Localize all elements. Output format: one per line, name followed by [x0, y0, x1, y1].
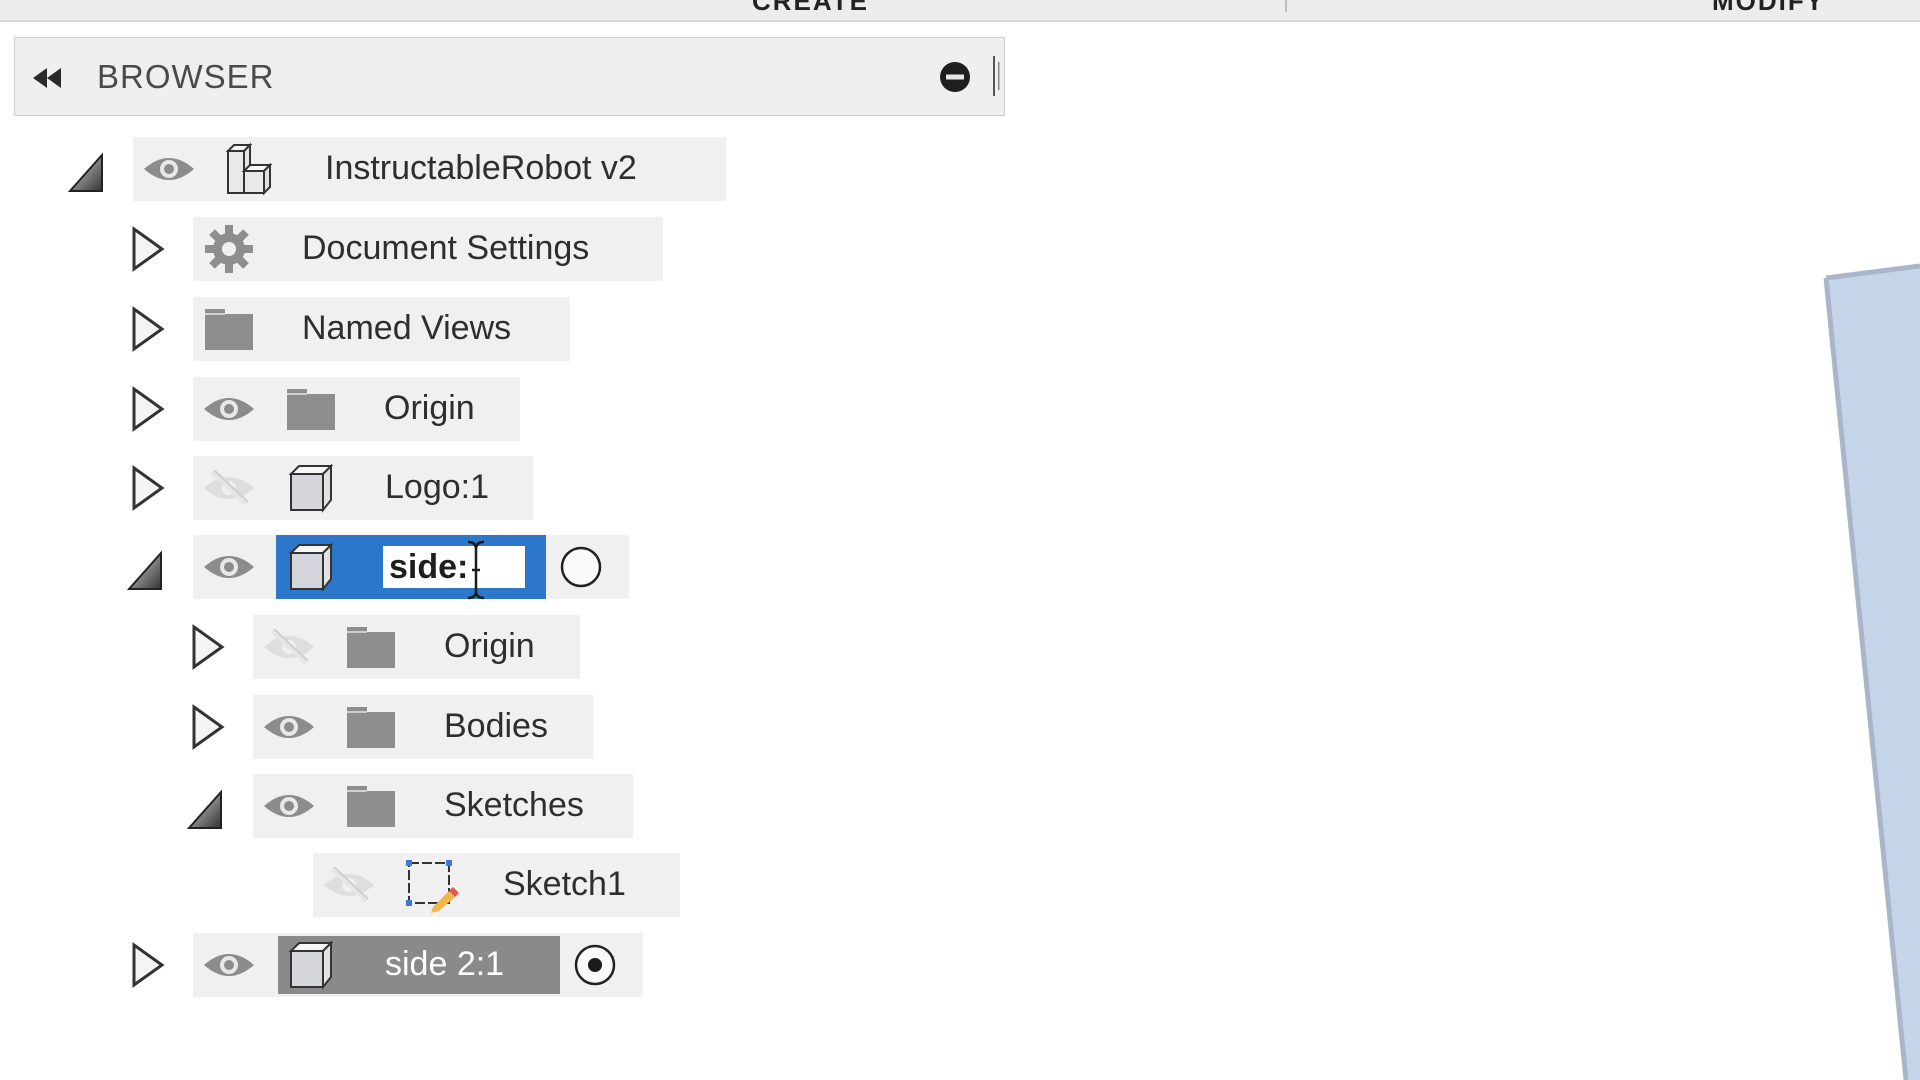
gear-icon	[201, 221, 257, 277]
eye-icon[interactable]	[202, 947, 256, 983]
tree-item-label: Origin	[384, 389, 475, 427]
eye-icon[interactable]	[202, 391, 256, 427]
modify-menu[interactable]: MODIFY	[1712, 0, 1825, 17]
folder-icon	[343, 699, 399, 755]
expand-triangle-icon[interactable]	[130, 465, 166, 511]
expand-triangle-icon[interactable]	[190, 704, 226, 750]
assembly-component-icon	[222, 141, 278, 197]
tree-item-side-origin[interactable]: Origin	[0, 615, 1920, 679]
tree-item-bodies[interactable]: Bodies	[0, 695, 1920, 759]
expand-triangle-icon[interactable]	[130, 942, 166, 988]
tree-item-root[interactable]: InstructableRobot v2	[0, 137, 1920, 201]
activate-radio-icon[interactable]	[559, 545, 603, 589]
component-icon	[283, 460, 339, 516]
tree-item-document-settings[interactable]: Document Settings	[0, 217, 1920, 281]
minus-circle-icon[interactable]	[939, 61, 971, 93]
tree-item-label: Origin	[444, 627, 535, 665]
create-menu[interactable]: CREATE	[752, 0, 869, 17]
folder-icon	[343, 778, 399, 834]
tree-item-label: Bodies	[444, 707, 548, 745]
top-toolbar: CREATE MODIFY	[0, 0, 1920, 22]
expand-triangle-icon[interactable]	[130, 386, 166, 432]
eye-icon[interactable]	[202, 549, 256, 585]
folder-icon	[343, 619, 399, 675]
tree-item-sketches[interactable]: Sketches	[0, 774, 1920, 838]
tree-item-label: Document Settings	[302, 229, 590, 267]
collapse-browser-icon[interactable]	[31, 64, 69, 92]
tree-item-origin[interactable]: Origin	[0, 377, 1920, 441]
tree-item-logo[interactable]: Logo:1	[0, 456, 1920, 520]
expand-triangle-icon[interactable]	[130, 306, 166, 352]
sketch-icon	[403, 857, 459, 913]
component-icon	[283, 539, 339, 595]
component-icon	[283, 937, 339, 993]
eye-hidden-icon[interactable]	[262, 629, 316, 665]
tree-item-label: Logo:1	[385, 468, 489, 506]
eye-icon[interactable]	[262, 709, 316, 745]
panel-resize-grip[interactable]	[993, 56, 1001, 96]
browser-title: BROWSER	[97, 58, 275, 95]
tree-item-side-2[interactable]: side 2:1	[0, 933, 1920, 997]
tree-item-label: InstructableRobot v2	[325, 149, 637, 187]
expand-triangle-icon[interactable]	[190, 624, 226, 670]
folder-icon	[283, 381, 339, 437]
folder-icon	[201, 301, 257, 357]
toolbar-divider	[1285, 0, 1287, 12]
tree-item-label: Named Views	[302, 309, 512, 347]
browser-panel-header: BROWSER	[14, 37, 1005, 116]
tree-item-side-editing[interactable]	[0, 535, 1920, 600]
tree-item-label: Sketch1	[503, 865, 626, 903]
eye-hidden-icon[interactable]	[322, 867, 376, 903]
collapse-triangle-icon[interactable]	[127, 545, 163, 591]
tree-item-label: Sketches	[444, 786, 584, 824]
collapse-triangle-icon[interactable]	[187, 784, 223, 830]
active-radio-icon[interactable]	[573, 943, 617, 987]
collapse-triangle-icon[interactable]	[68, 147, 104, 193]
tree-item-label: side 2:1	[385, 945, 505, 983]
expand-triangle-icon[interactable]	[130, 226, 166, 272]
rename-input[interactable]	[383, 546, 525, 588]
text-cursor-icon	[467, 540, 485, 600]
tree-item-named-views[interactable]: Named Views	[0, 297, 1920, 361]
tree-item-sketch1[interactable]: Sketch1	[0, 853, 1920, 917]
eye-hidden-icon[interactable]	[202, 470, 256, 506]
eye-icon[interactable]	[142, 151, 196, 187]
eye-icon[interactable]	[262, 788, 316, 824]
